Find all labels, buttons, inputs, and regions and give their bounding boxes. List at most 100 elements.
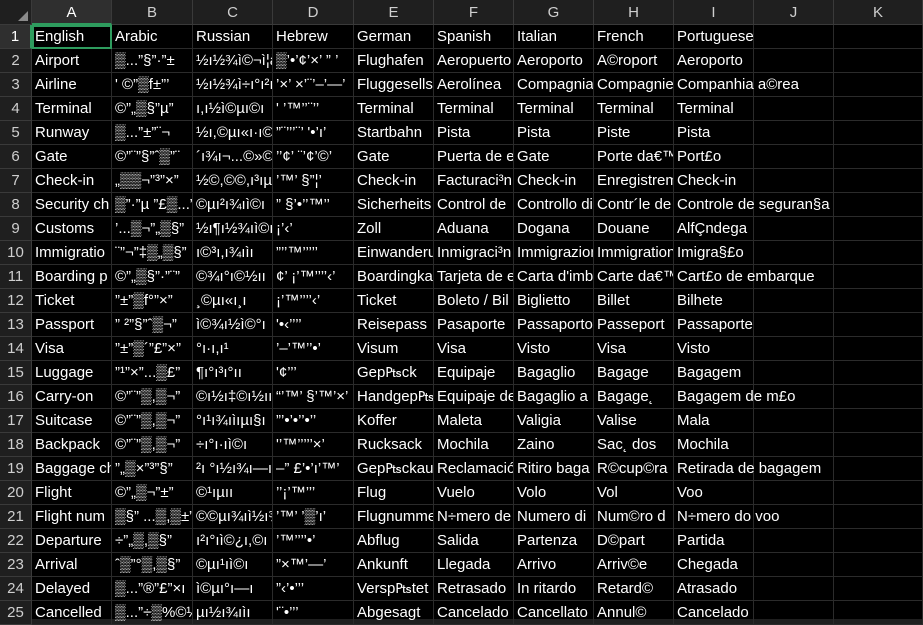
cell-C7[interactable]: ½©,©©,ı³ıµıı <box>193 169 273 193</box>
cell-F6[interactable]: Puerta de e <box>434 145 514 169</box>
cell-C23[interactable]: ©µı¹ıì©ı <box>193 553 273 577</box>
cell-F12[interactable]: Boleto / Bil <box>434 289 514 313</box>
cell-B1[interactable]: Arabic <box>112 25 193 49</box>
cell-K22[interactable] <box>834 529 923 553</box>
row-header-18[interactable]: 18 <box>0 433 32 457</box>
cell-H20[interactable]: Vol <box>594 481 674 505</box>
cell-A21[interactable]: Flight num <box>32 505 112 529</box>
cell-K4[interactable] <box>834 97 923 121</box>
cell-B22[interactable]: ÷”„▒,▒§” <box>112 529 193 553</box>
cell-J4[interactable] <box>754 97 834 121</box>
cell-F15[interactable]: Equipaje <box>434 361 514 385</box>
cell-F10[interactable]: Inmigraci³n <box>434 241 514 265</box>
column-header-I[interactable]: I <box>674 0 754 25</box>
cell-E23[interactable]: Ankunft <box>354 553 434 577</box>
column-header-A[interactable]: A <box>32 0 112 25</box>
row-header-1[interactable]: 1 <box>0 25 32 49</box>
row-header-13[interactable]: 13 <box>0 313 32 337</box>
cell-C1[interactable]: Russian <box>193 25 273 49</box>
cell-A10[interactable]: Immigratio <box>32 241 112 265</box>
cell-I20[interactable]: Voo <box>674 481 754 505</box>
cell-I12[interactable]: Bilhete <box>674 289 754 313</box>
cell-K2[interactable] <box>834 49 923 73</box>
cell-J12[interactable] <box>754 289 834 313</box>
cell-J23[interactable] <box>754 553 834 577</box>
column-header-D[interactable]: D <box>273 0 354 25</box>
cell-B16[interactable]: ©”¨”▒,▒¬” <box>112 385 193 409</box>
cell-F23[interactable]: Llegada <box>434 553 514 577</box>
row-header-3[interactable]: 3 <box>0 73 32 97</box>
cell-J9[interactable] <box>754 217 834 241</box>
cell-J5[interactable] <box>754 121 834 145</box>
cell-G9[interactable]: Dogana <box>514 217 594 241</box>
cell-A15[interactable]: Luggage <box>32 361 112 385</box>
cell-A25[interactable]: Cancelled <box>32 601 112 625</box>
cell-B10[interactable]: ¨”¬”‡▒„▒§” <box>112 241 193 265</box>
cell-G3[interactable]: Compagnia <box>514 73 594 97</box>
cell-E24[interactable]: Versp₧tet <box>354 577 434 601</box>
cell-F14[interactable]: Visa <box>434 337 514 361</box>
cell-H12[interactable]: Billet <box>594 289 674 313</box>
cell-F9[interactable]: Aduana <box>434 217 514 241</box>
cell-E6[interactable]: Gate <box>354 145 434 169</box>
cell-K24[interactable] <box>834 577 923 601</box>
cell-G5[interactable]: Pista <box>514 121 594 145</box>
cell-G18[interactable]: Zaino <box>514 433 594 457</box>
cell-A19[interactable]: Baggage ch <box>32 457 112 481</box>
cell-C21[interactable]: ©©µı¾ıì½ı¾ı <box>193 505 273 529</box>
cell-K17[interactable] <box>834 409 923 433</box>
cell-K21[interactable] <box>834 505 923 529</box>
cell-F21[interactable]: N÷mero de <box>434 505 514 529</box>
cell-E19[interactable]: Gep₧ckau <box>354 457 434 481</box>
row-header-2[interactable]: 2 <box>0 49 32 73</box>
cell-G15[interactable]: Bagaglio <box>514 361 594 385</box>
cell-A18[interactable]: Backpack <box>32 433 112 457</box>
cell-J22[interactable] <box>754 529 834 553</box>
cell-E16[interactable]: Handgep₧c <box>354 385 434 409</box>
cell-J14[interactable] <box>754 337 834 361</box>
cell-B20[interactable]: ©”„▒¬”±” <box>112 481 193 505</box>
cell-C6[interactable]: ´ı¾ı¬...©»©ı© <box>193 145 273 169</box>
cell-D1[interactable]: Hebrew <box>273 25 354 49</box>
cell-F8[interactable]: Control de <box>434 193 514 217</box>
cell-K19[interactable] <box>834 457 923 481</box>
cell-H18[interactable]: Sac˛ dos <box>594 433 674 457</box>
row-header-9[interactable]: 9 <box>0 217 32 241</box>
cell-D24[interactable]: ”‹’•’’’ <box>273 577 354 601</box>
cell-K5[interactable] <box>834 121 923 145</box>
cell-K7[interactable] <box>834 169 923 193</box>
cell-C14[interactable]: °ı·ı,ı¹ <box>193 337 273 361</box>
cell-I5[interactable]: Pista <box>674 121 754 145</box>
cell-K10[interactable] <box>834 241 923 265</box>
cell-K18[interactable] <box>834 433 923 457</box>
cell-B23[interactable]: ˆ▒”°▒,▒§” <box>112 553 193 577</box>
cell-K20[interactable] <box>834 481 923 505</box>
cell-K13[interactable] <box>834 313 923 337</box>
row-header-25[interactable]: 25 <box>0 601 32 625</box>
cell-I4[interactable]: Terminal <box>674 97 754 121</box>
cell-G10[interactable]: Immigrazion <box>514 241 594 265</box>
cell-A12[interactable]: Ticket <box>32 289 112 313</box>
cell-C4[interactable]: ı,ı½ì©µı©ı <box>193 97 273 121</box>
cell-B8[interactable]: ▒”·”µ ”£▒...” <box>112 193 193 217</box>
cell-D10[interactable]: ”’’™’’’’’ <box>273 241 354 265</box>
cell-A16[interactable]: Carry-on <box>32 385 112 409</box>
cell-F13[interactable]: Pasaporte <box>434 313 514 337</box>
cell-J7[interactable] <box>754 169 834 193</box>
row-header-10[interactable]: 10 <box>0 241 32 265</box>
cell-K3[interactable] <box>834 73 923 97</box>
cell-D20[interactable]: ’’¡’™’’’ <box>273 481 354 505</box>
cell-H7[interactable]: Enregistrem <box>594 169 674 193</box>
cell-K15[interactable] <box>834 361 923 385</box>
cell-C8[interactable]: ©µı²ı¾ıì©ı <box>193 193 273 217</box>
cell-E10[interactable]: Einwanderu <box>354 241 434 265</box>
cell-C20[interactable]: ©¹ıµıı <box>193 481 273 505</box>
cell-I15[interactable]: Bagagem <box>674 361 754 385</box>
cell-B19[interactable]: ”„▒×”³”§” <box>112 457 193 481</box>
cell-D7[interactable]: ’™’ §”¦’ <box>273 169 354 193</box>
cell-B5[interactable]: ▒...”±”¨¬ <box>112 121 193 145</box>
cell-B24[interactable]: ▒...”®”£”×ı <box>112 577 193 601</box>
cell-C11[interactable]: ©¾ı°ı©½ıı <box>193 265 273 289</box>
cell-I7[interactable]: Check-in <box>674 169 754 193</box>
cell-E2[interactable]: Flughafen <box>354 49 434 73</box>
